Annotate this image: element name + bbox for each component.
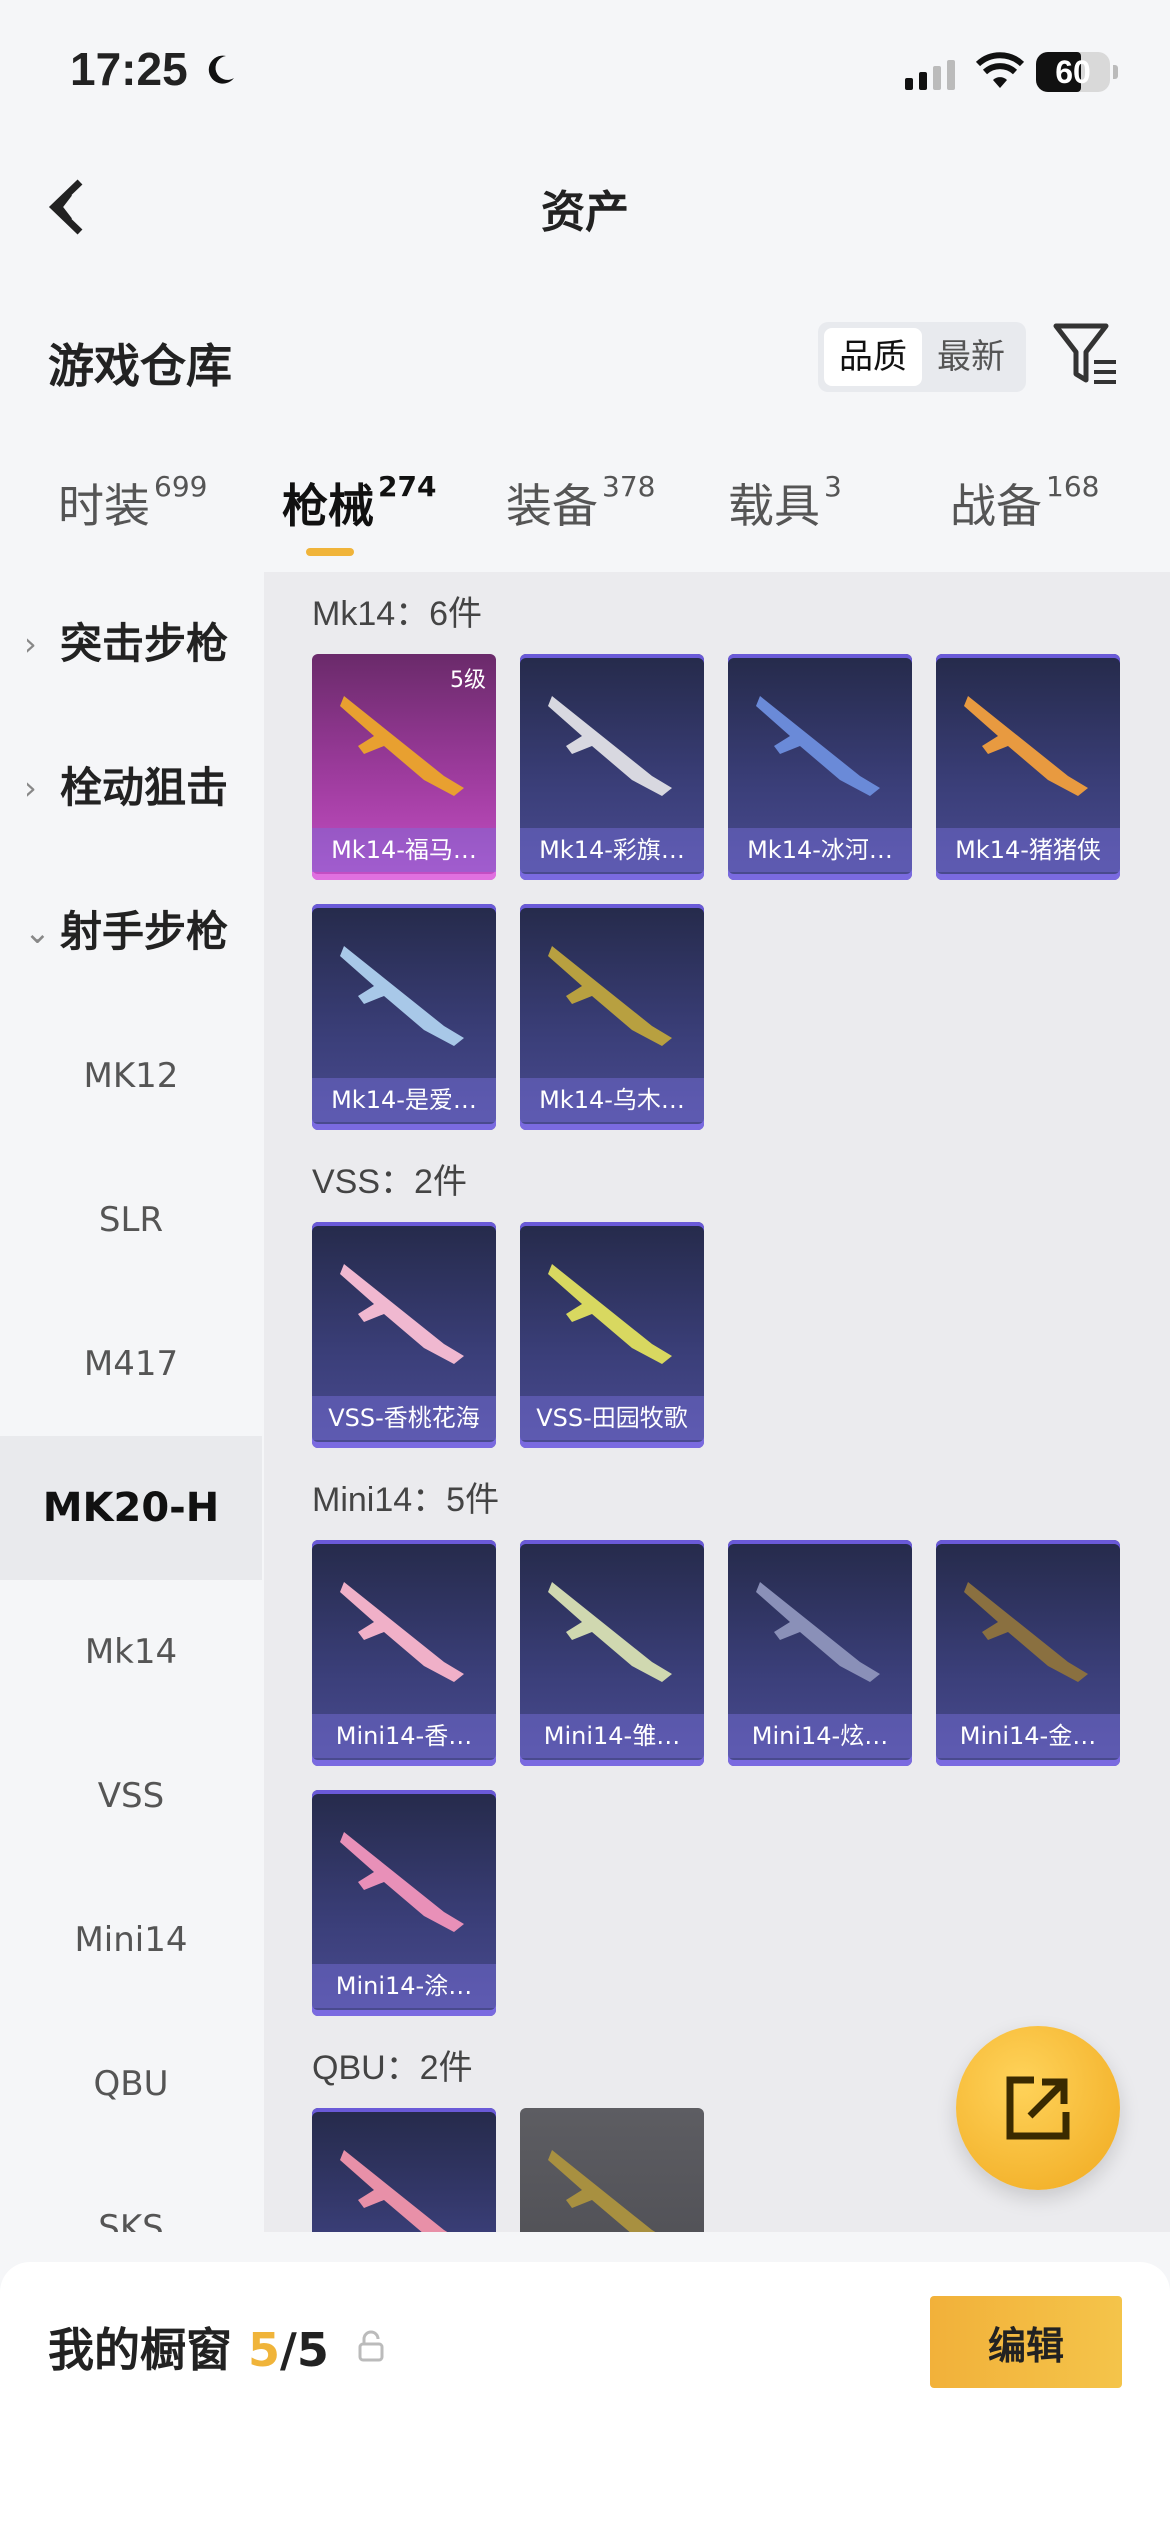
weapon-grid: Mk14：6件 5级 Mk14-福马… Mk14-彩旗… Mk14-冰河… Mk… (264, 572, 1170, 2232)
rifle-icon (756, 696, 880, 796)
page-title: 资产 (541, 187, 629, 238)
moon-icon (208, 55, 234, 84)
weapon-card[interactable]: Mk14-乌木… (520, 904, 704, 1130)
battery-level: 60 (1055, 54, 1091, 90)
showcase-count: 5 (248, 2323, 281, 2377)
group-title-mk14: Mk14：6件 (312, 595, 483, 633)
weapon-name: Mini14-雏… (520, 1714, 704, 1758)
rifle-icon (340, 2150, 448, 2232)
sidebar-item-mini14[interactable]: Mini14 (0, 1868, 262, 2012)
sidebar-group-assault[interactable]: › 突击步枪 (0, 572, 262, 716)
group-title-qbu: QBU：2件 (312, 2049, 473, 2087)
weapon-name: Mini14-炫… (728, 1714, 912, 1758)
tab-equipment[interactable]: 装备 378 (506, 470, 655, 536)
chevron-right-icon: › (24, 769, 37, 807)
tab-vehicles[interactable]: 载具 3 (728, 470, 842, 536)
weapon-name: Mk14-猪猪侠 (936, 828, 1120, 872)
weapon-name: Mini14-涂… (312, 1964, 496, 2008)
rifle-icon (964, 1582, 1088, 1682)
rifle-icon (340, 696, 464, 796)
weapon-name: Mini14-金… (936, 1714, 1120, 1758)
rifle-icon (548, 1264, 672, 1364)
filter-icon[interactable] (1052, 320, 1122, 390)
weapon-card[interactable]: Mk14-猪猪侠 (936, 654, 1120, 880)
weapon-card[interactable]: Mini14-炫… (728, 1540, 912, 1766)
sidebar-item-slr[interactable]: SLR (0, 1148, 262, 1292)
signal-icon (905, 60, 955, 90)
showcase-bar: 我的橱窗 5/5 编辑 (0, 2262, 1170, 2532)
rifle-icon (340, 946, 464, 1046)
weapon-card[interactable]: Mini14-金… (936, 1540, 1120, 1766)
weapon-card[interactable]: VSS-田园牧歌 (520, 1222, 704, 1448)
rifle-icon (548, 946, 672, 1046)
weapon-card[interactable]: Mini14-涂… (312, 1790, 496, 2016)
tab-weapons[interactable]: 枪械 274 (282, 470, 436, 536)
weapon-card[interactable]: Mk14-是爱… (312, 904, 496, 1130)
rifle-icon (964, 696, 1088, 796)
tab-indicator (306, 548, 354, 556)
weapon-card[interactable]: Mk14-冰河… (728, 654, 912, 880)
share-button[interactable] (956, 2026, 1120, 2190)
weapon-name: VSS-香桃花海 (312, 1396, 496, 1440)
status-time: 17:25 (70, 43, 188, 95)
sidebar-item-vss[interactable]: VSS (0, 1724, 262, 1868)
rifle-icon (756, 1582, 880, 1682)
rifle-icon (548, 696, 672, 796)
sort-latest[interactable]: 最新 (922, 328, 1020, 386)
weapon-card[interactable]: 5级 Mk14-福马… (312, 654, 496, 880)
weapon-card[interactable] (520, 2108, 704, 2232)
sort-quality[interactable]: 品质 (824, 328, 922, 386)
wifi-icon (975, 52, 1025, 88)
weapon-name: VSS-田园牧歌 (520, 1396, 704, 1440)
rifle-icon (548, 1582, 672, 1682)
sidebar-group-marksman[interactable]: ⌄ 射手步枪 (0, 860, 262, 1004)
category-sidebar: › 突击步枪 › 栓动狙击 ⌄ 射手步枪 MK12 SLR M417 MK20-H M… (0, 572, 262, 2232)
sidebar-item-sks[interactable]: SKS (0, 2156, 262, 2232)
edit-button[interactable]: 编辑 (930, 2296, 1122, 2388)
group-title-mini14: Mini14：5件 (312, 1481, 500, 1519)
sidebar-item-mk12[interactable]: MK12 (0, 1004, 262, 1148)
weapon-card[interactable]: Mini14-雏… (520, 1540, 704, 1766)
weapon-card[interactable]: Mini14-香… (312, 1540, 496, 1766)
weapon-name: Mini14-香… (312, 1714, 496, 1758)
sidebar-item-m417[interactable]: M417 (0, 1292, 262, 1436)
lock-icon (358, 2330, 384, 2362)
group-title-vss: VSS：2件 (312, 1163, 467, 1201)
sidebar-group-bolt[interactable]: › 栓动狙击 (0, 716, 262, 860)
weapon-name: Mk14-是爱… (312, 1078, 496, 1122)
share-icon (1006, 2076, 1070, 2140)
weapon-name: Mk14-彩旗… (520, 828, 704, 872)
chevron-right-icon: › (24, 625, 37, 663)
status-bar: 17:25 60 (0, 0, 1170, 140)
sidebar-item-mk20h[interactable]: MK20-H (0, 1436, 262, 1580)
sort-toggle[interactable]: 品质 最新 (818, 322, 1026, 392)
weapon-card[interactable]: Mk14-彩旗… (520, 654, 704, 880)
weapon-card[interactable]: VSS-香桃花海 (312, 1222, 496, 1448)
weapon-name: Mk14-冰河… (728, 828, 912, 872)
tab-fashion[interactable]: 时装 699 (58, 470, 207, 536)
weapon-name: Mk14-乌木… (520, 1078, 704, 1122)
weapon-card[interactable] (312, 2108, 496, 2232)
chevron-down-icon: ⌄ (24, 913, 51, 951)
sidebar-item-mk14[interactable]: Mk14 (0, 1580, 262, 1724)
rifle-icon (340, 1582, 464, 1682)
rifle-icon (340, 1264, 464, 1364)
sidebar-item-qbu[interactable]: QBU (0, 2012, 262, 2156)
rifle-icon (548, 2150, 656, 2232)
section-title: 游戏仓库 (48, 339, 232, 393)
showcase-total: /5 (280, 2323, 329, 2377)
weapon-name: Mk14-福马… (312, 828, 496, 872)
tab-supplies[interactable]: 战备 168 (950, 470, 1099, 536)
showcase-label: 我的橱窗 5/5 (48, 2323, 329, 2377)
battery-icon: 60 (1036, 52, 1118, 92)
rifle-icon (340, 1832, 464, 1932)
